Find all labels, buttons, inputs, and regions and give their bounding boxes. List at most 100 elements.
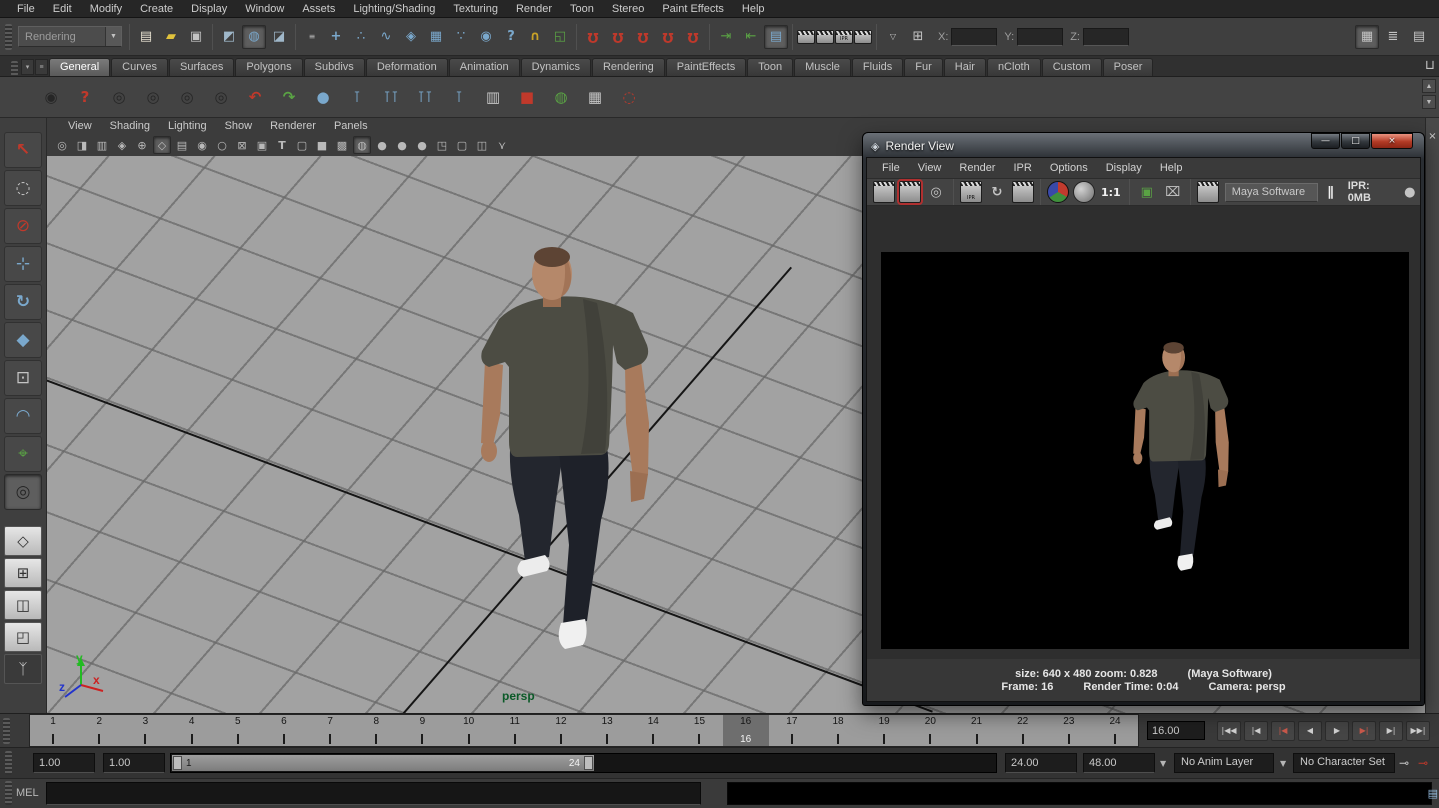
renderer-selector[interactable]: Maya Software	[1225, 183, 1319, 202]
anim-layer-dropdown-icon[interactable]: ▼	[1160, 759, 1166, 768]
select-by-component-icon[interactable]: ◪	[267, 25, 291, 49]
paint-selection-tool-icon[interactable]: ⊘	[4, 208, 42, 244]
tab-muscle[interactable]: Muscle	[794, 58, 851, 76]
mask-handles-icon[interactable]: ∴	[349, 25, 373, 49]
panel-menu-lighting[interactable]: Lighting	[159, 120, 216, 132]
timeline-frame-cell[interactable]: 5	[215, 715, 261, 746]
lock-selection-icon[interactable]: ∩	[523, 25, 547, 49]
ipr-region-icon[interactable]: ●	[1400, 181, 1420, 203]
outliner-persp-layout-icon[interactable]: ◫	[4, 590, 42, 620]
panel-menu-show[interactable]: Show	[216, 120, 262, 132]
timebar-grip[interactable]	[3, 718, 10, 744]
help-icon[interactable]: ?	[70, 82, 100, 112]
tab-surfaces[interactable]: Surfaces	[169, 58, 234, 76]
tab-custom[interactable]: Custom	[1042, 58, 1102, 76]
alpha-channel-icon[interactable]	[1073, 181, 1095, 203]
node-hierarchy-icon-1[interactable]: ⊺	[342, 82, 372, 112]
input-connections-icon[interactable]: ⇥	[714, 25, 738, 49]
animation-start-field[interactable]	[33, 753, 95, 773]
snap-to-grids-icon[interactable]: Ω	[581, 25, 605, 49]
range-end-handle[interactable]	[584, 756, 593, 770]
textured-display-icon[interactable]: ▩	[333, 136, 351, 154]
move-tool-icon[interactable]: ⊹	[4, 246, 42, 282]
highlight-selection-mode-icon[interactable]: ◱	[548, 25, 572, 49]
grid-display-icon[interactable]: ◇	[153, 136, 171, 154]
menu-toon[interactable]: Toon	[561, 2, 603, 16]
tab-ncloth[interactable]: nCloth	[987, 58, 1041, 76]
tab-general[interactable]: General	[49, 58, 110, 76]
menu-help[interactable]: Help	[733, 2, 774, 16]
z-coordinate-input[interactable]	[1083, 28, 1129, 46]
output-connections-icon[interactable]: ⇤	[739, 25, 763, 49]
menu-set-selector[interactable]: Rendering ▼	[18, 26, 122, 47]
render-view-menu-view[interactable]: View	[909, 162, 951, 174]
select-by-hierarchy-icon[interactable]: ◩	[217, 25, 241, 49]
symmetry-icon[interactable]: ⊞	[906, 25, 930, 49]
auto-keyframe-icon[interactable]: ⊸	[1418, 756, 1428, 770]
mask-rendering-icon[interactable]: ◉	[474, 25, 498, 49]
timeline-frame-cell[interactable]: 1	[30, 715, 76, 746]
select-by-object-icon[interactable]: ◍	[242, 25, 266, 49]
menu-create[interactable]: Create	[131, 2, 182, 16]
timeline-frame-cell[interactable]: 10	[446, 715, 492, 746]
node-hierarchy-icon-4[interactable]: ⊺	[444, 82, 474, 112]
menu-display[interactable]: Display	[182, 2, 236, 16]
open-render-view-icon[interactable]	[797, 30, 815, 44]
timeline-frame-cell[interactable]: 13	[584, 715, 630, 746]
mel-command-input[interactable]	[46, 782, 701, 805]
keep-image-icon[interactable]: ▣	[1136, 181, 1158, 203]
close-button[interactable]: ×	[1371, 133, 1413, 149]
default-light-icon[interactable]: ●	[393, 136, 411, 154]
menu-window[interactable]: Window	[236, 2, 293, 16]
mask-all-icon[interactable]: +	[324, 25, 348, 49]
isolate-select-icon[interactable]: ◳	[433, 136, 451, 154]
menu-file[interactable]: File	[8, 2, 44, 16]
rotate-tool-icon[interactable]: ↻	[4, 284, 42, 320]
open-render-settings-icon[interactable]	[1197, 181, 1219, 203]
go-to-end-button[interactable]: ▶▶|	[1406, 721, 1430, 741]
snap-to-points-icon[interactable]: Ω	[631, 25, 655, 49]
display-cube-icon[interactable]: ▢	[453, 136, 471, 154]
soft-modification-tool-icon[interactable]: ◠	[4, 398, 42, 434]
range-slider-track[interactable]: 1 24	[170, 753, 997, 773]
node-hierarchy-icon-3[interactable]: ⊺⊺	[410, 82, 440, 112]
render-icon[interactable]	[873, 181, 895, 203]
timeline-frame-cell[interactable]: 18	[815, 715, 861, 746]
snapshot-icon[interactable]: ◎	[925, 181, 947, 203]
tab-toon[interactable]: Toon	[747, 58, 793, 76]
step-forward-key-button[interactable]: ▶|	[1352, 721, 1376, 741]
tab-animation[interactable]: Animation	[449, 58, 520, 76]
graph-persp-layout-icon[interactable]: ◰	[4, 622, 42, 652]
save-scene-icon[interactable]: ▣	[184, 25, 208, 49]
x-coordinate-input[interactable]	[951, 28, 997, 46]
camera-attributes-icon[interactable]: ◎	[53, 136, 71, 154]
one-to-one-icon[interactable]: 1:1	[1099, 181, 1123, 203]
character-set-dropdown-icon[interactable]: ▼	[1280, 759, 1286, 768]
remove-image-icon[interactable]: ⌧	[1162, 181, 1184, 203]
timeline-frame-cell[interactable]: 8	[353, 715, 399, 746]
timeline-frame-cell[interactable]: 11	[492, 715, 538, 746]
safe-action-icon[interactable]: ▣	[253, 136, 271, 154]
menu-render[interactable]: Render	[507, 2, 561, 16]
menu-modify[interactable]: Modify	[81, 2, 131, 16]
timeline-frame-cell[interactable]: 19	[861, 715, 907, 746]
universal-manipulator-tool-icon[interactable]: ⊡	[4, 360, 42, 396]
render-region-icon[interactable]	[1012, 181, 1034, 203]
timeline-frame-cell[interactable]: 14	[630, 715, 676, 746]
overlay-panes-icon[interactable]: ◫	[473, 136, 491, 154]
tab-rendering[interactable]: Rendering	[592, 58, 665, 76]
symmetry-dropdown-icon[interactable]: ▽	[881, 25, 905, 49]
share-view-icon[interactable]: ⋎	[493, 136, 511, 154]
timeline-frame-cell[interactable]: 2	[76, 715, 122, 746]
camera-bookmarks-icon[interactable]: ◨	[73, 136, 91, 154]
render-view-menu-ipr[interactable]: IPR	[1004, 162, 1040, 174]
node-hierarchy-icon-2[interactable]: ⊺⊺	[376, 82, 406, 112]
snap-to-curves-icon[interactable]: Ω	[606, 25, 630, 49]
trash-icon[interactable]: ⊔	[1425, 58, 1435, 73]
make-live-icon[interactable]: Ω	[681, 25, 705, 49]
field-chart-icon[interactable]: ⊠	[233, 136, 251, 154]
menu-paint-effects[interactable]: Paint Effects	[653, 2, 733, 16]
play-backwards-button[interactable]: ◀	[1298, 721, 1322, 741]
script-editor-icon[interactable]: ▤	[1428, 787, 1438, 800]
menu-edit[interactable]: Edit	[44, 2, 81, 16]
